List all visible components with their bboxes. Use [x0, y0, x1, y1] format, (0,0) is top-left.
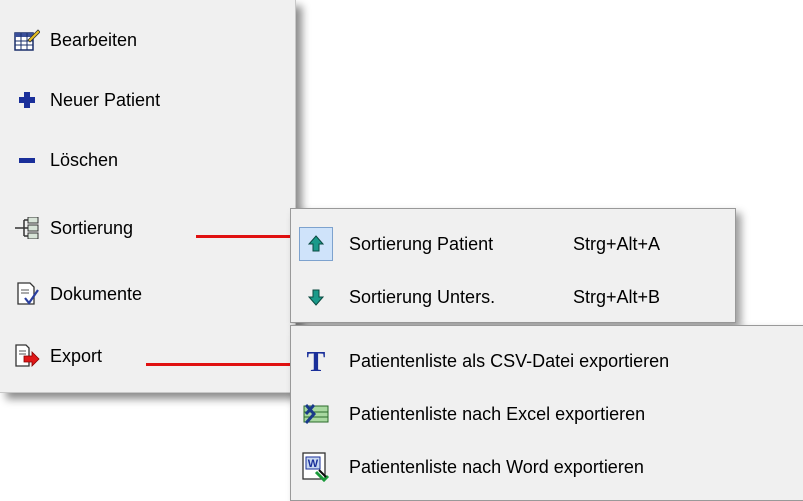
submenu-item-shortcut: Strg+Alt+A: [573, 233, 661, 254]
text-t-icon: T: [299, 344, 333, 378]
excel-icon: [299, 397, 333, 431]
submenu-item-sortierung-patient[interactable]: Sortierung Patient Strg+Alt+A: [291, 224, 735, 264]
menu-item-label: Löschen: [50, 149, 119, 170]
menu-item-sortierung[interactable]: Sortierung: [0, 208, 133, 248]
export-connector-line: [146, 363, 310, 366]
submenu-item-label: Sortierung Patient: [349, 233, 494, 254]
submenu-item-sortierung-unters[interactable]: Sortierung Unters. Strg+Alt+B: [291, 277, 735, 317]
svg-text:W: W: [308, 458, 319, 470]
menu-item-label: Neuer Patient: [50, 89, 161, 110]
submenu-item-label: Patientenliste nach Excel exportieren: [349, 403, 646, 424]
submenu-item-shortcut: Strg+Alt+B: [573, 286, 661, 307]
menu-item-dokumente[interactable]: Dokumente: [0, 274, 142, 314]
sortierung-connector-line: [196, 235, 296, 238]
svg-text:T: T: [307, 347, 326, 375]
menu-item-label: Sortierung: [50, 217, 134, 238]
word-icon: W: [299, 450, 333, 484]
submenu-item-label: Patientenliste nach Word exportieren: [349, 456, 644, 477]
menu-item-neuer-patient[interactable]: Neuer Patient: [0, 80, 160, 120]
arrow-up-icon: [299, 227, 333, 261]
submenu-item-export-csv[interactable]: T Patientenliste als CSV-Datei exportier…: [291, 341, 803, 381]
plus-icon: [14, 87, 40, 113]
menu-item-label: Dokumente: [50, 283, 143, 304]
arrow-down-icon: [299, 280, 333, 314]
minus-icon: [14, 147, 40, 173]
sortierung-submenu: Sortierung Patient Strg+Alt+A Sortierung…: [290, 208, 736, 323]
document-check-icon: [14, 281, 40, 307]
menu-item-loeschen[interactable]: Löschen: [0, 140, 118, 180]
submenu-item-export-excel[interactable]: Patientenliste nach Excel exportieren: [291, 394, 803, 434]
menu-item-export[interactable]: Export: [0, 336, 102, 376]
edit-table-icon: [14, 27, 40, 53]
submenu-item-export-word[interactable]: W Patientenliste nach Word exportieren: [291, 447, 803, 487]
submenu-item-label: Sortierung Unters.: [349, 286, 496, 307]
sort-tree-icon: [14, 215, 40, 241]
context-menu: Bearbeiten Neuer Patient Löschen Sortier…: [0, 0, 296, 393]
menu-item-label: Bearbeiten: [50, 29, 138, 50]
menu-item-bearbeiten[interactable]: Bearbeiten: [0, 20, 137, 60]
submenu-item-label: Patientenliste als CSV-Datei exportieren: [349, 350, 670, 371]
menu-item-label: Export: [50, 345, 103, 366]
export-submenu: T Patientenliste als CSV-Datei exportier…: [290, 325, 803, 501]
export-arrow-icon: [14, 343, 40, 369]
